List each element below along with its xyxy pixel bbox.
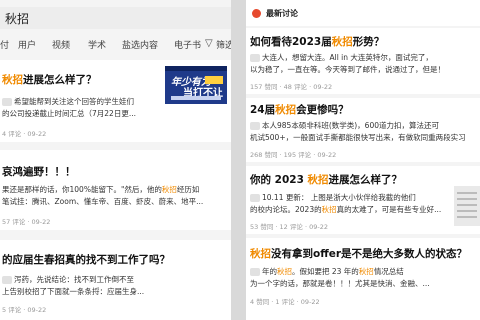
result-excerpt-line: 上告别校招了下面就一条条捋：应届生身... (2, 287, 145, 296)
result-meta: 5 评论 · 09-22 (2, 306, 47, 314)
discussion-meta: 4 赞同 · 1 评论 · 09-22 (250, 298, 320, 306)
search-results-panel: 秋招 付 用户 视频 学术 盐选内容 电子书 ▽ 筛选 秋招进展怎么样了？ 希望… (0, 0, 231, 320)
discussion-excerpt-line: 以为稳了，一直在等。今天等到了邮件，说通过了，但是！ (250, 65, 445, 74)
avatar (250, 54, 260, 62)
result-excerpt: 泻药，先说结论：找不到工作倒不至 (2, 274, 134, 286)
result-title[interactable]: 哀鸿遍野！！！ (2, 164, 76, 179)
result-excerpt-line: 的公司投递截止时间汇总（7月22日更... (2, 109, 136, 118)
discussion-card[interactable]: 24届秋招会更惨吗？ 本人985本硕非科班(数学类)，600道力扣，算法还可 机… (246, 98, 480, 162)
discussion-thumbnail[interactable] (454, 186, 480, 226)
result-meta: 4 评论 · 09-22 (2, 130, 47, 138)
discussion-card[interactable]: 你的 2023 秋招进展怎么样了？ 10.11 更新： 上图是浙大小伙伴给我截的… (246, 166, 480, 234)
section-title: 最新讨论 (266, 9, 298, 18)
discussion-excerpt: 本人985本硕非科班(数学类)，600道力扣，算法还可 (250, 120, 439, 132)
discussion-title[interactable]: 秋招没有拿到offer是不是绝大多数人的状态？ (250, 246, 467, 261)
discussion-title[interactable]: 如何看待2023届秋招形势？ (250, 34, 384, 49)
latest-discussions-panel: 最新讨论 如何看待2023届秋招形势？ 大连人，想留大连。All in 大连英特… (246, 0, 480, 320)
discussion-excerpt: 年的秋招。假如要把 23 年的秋招情况总结 (250, 266, 404, 278)
discussion-excerpt: 10.11 更新： 上图是浙大小伙伴给我截的他们 (250, 192, 416, 204)
result-card[interactable]: 哀鸿遍野！！！ 果还是那样的话，你100%能留下。"然后，他的秋招经历如 笔试挂… (0, 150, 231, 230)
fire-icon (252, 9, 261, 18)
discussion-title[interactable]: 24届秋招会更惨吗？ (250, 102, 349, 117)
avatar (250, 194, 260, 202)
result-thumbnail[interactable]: 年少有为 当打不让 (165, 66, 227, 104)
discussion-meta: 268 赞同 · 195 评论 · 09-22 (250, 151, 337, 159)
search-input[interactable]: 秋招 (5, 10, 29, 27)
tab-filter[interactable]: 筛选 (216, 38, 231, 51)
discussion-card[interactable]: 秋招没有拿到offer是不是绝大多数人的状态？ 年的秋招。假如要把 23 年的秋… (246, 238, 480, 320)
result-card[interactable]: 秋招进展怎么样了？ 希望能帮到关注这个回答的学生娃们 的公司投递截止时间汇总（7… (0, 60, 231, 142)
tab-ebooks[interactable]: 电子书 (174, 38, 201, 51)
discussion-excerpt: 大连人，想留大连。All in 大连英特尔，面试完了， (250, 52, 433, 64)
search-tabs: 付 用户 视频 学术 盐选内容 电子书 ▽ 筛选 (0, 38, 231, 54)
section-header: 最新讨论 (246, 0, 480, 26)
discussion-card[interactable]: 如何看待2023届秋招形势？ 大连人，想留大连。All in 大连英特尔，面试完… (246, 28, 480, 94)
result-excerpt: 果还是那样的话，你100%能留下。"然后，他的秋招经历如 (2, 185, 200, 194)
tab-users[interactable]: 用户 (18, 38, 36, 51)
search-bar[interactable]: 秋招 (0, 7, 231, 29)
filter-icon[interactable]: ▽ (205, 38, 213, 49)
tab-academic[interactable]: 学术 (88, 38, 106, 51)
discussion-meta: 53 赞同 · 12 评论 · 09-22 (250, 223, 328, 231)
avatar (2, 98, 12, 106)
result-meta: 57 评论 · 09-22 (2, 218, 51, 226)
tab-partial[interactable]: 付 (0, 38, 9, 51)
discussion-meta: 157 赞同 · 48 评论 · 09-22 (250, 83, 333, 91)
result-card[interactable]: 的应届生春招真的找不到工作了吗？ 泻药，先说结论：找不到工作倒不至 上告别校招了… (0, 240, 231, 320)
tab-videos[interactable]: 视频 (52, 38, 70, 51)
result-title[interactable]: 秋招进展怎么样了？ (2, 72, 97, 87)
discussion-title[interactable]: 你的 2023 秋招进展怎么样了？ (250, 172, 402, 187)
result-excerpt: 希望能帮到关注这个回答的学生娃们 (2, 96, 134, 108)
avatar (2, 276, 12, 284)
discussion-excerpt-line: 机试500+，一般面试手撕都能很快写出来，有做软同重两段实习 (250, 133, 466, 142)
offer-badge (205, 76, 223, 84)
result-excerpt-line: 笔试挂：腾讯、Zoom、懂车帝、百度、虾皮、蔚来、地平... (2, 197, 204, 206)
avatar (250, 268, 260, 276)
result-title[interactable]: 的应届生春招真的找不到工作了吗？ (2, 252, 170, 267)
discussion-excerpt-line: 为一个字的话，那就是卷！！！尤其是快消、金融、... (250, 279, 430, 288)
tab-salt-content[interactable]: 盐选内容 (122, 38, 158, 51)
avatar (250, 122, 260, 130)
discussion-excerpt-line: 的校内论坛。2023的秋招真的太难了，可是有些专业好... (250, 205, 442, 214)
